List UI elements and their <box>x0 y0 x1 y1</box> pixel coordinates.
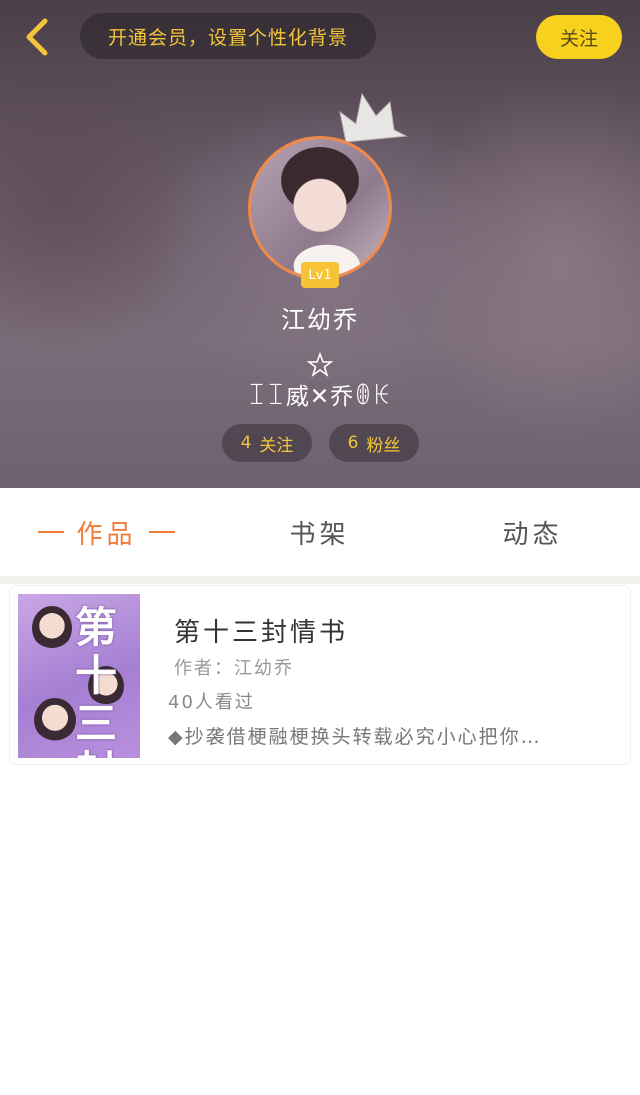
vip-background-prompt[interactable]: 开通会员，设置个性化背景 <box>80 13 376 59</box>
tab-bookshelf[interactable]: 书架 <box>213 488 426 576</box>
profile-tabs: 作品 书架 动态 <box>0 488 640 576</box>
book-description: ◆抄袭借梗融梗换头转载必究小心把你… <box>168 726 542 748</box>
back-button[interactable] <box>14 14 58 60</box>
back-chevron-icon <box>26 18 48 56</box>
following-stat[interactable]: 4 关注 <box>222 424 312 462</box>
fans-label: 粉丝 <box>366 435 401 456</box>
fans-count: 6 <box>347 433 359 453</box>
book-cover: 第十三封情书 <box>18 594 140 758</box>
user-signature: ꀤꀤ威✕乔ꂦꀘ <box>247 384 393 410</box>
tab-activity[interactable]: 动态 <box>426 488 639 576</box>
book-views: 40人看过 <box>168 692 255 713</box>
avatar-image <box>248 136 392 280</box>
star-icon <box>307 352 333 378</box>
following-label: 关注 <box>259 435 294 456</box>
tab-bookshelf-label: 书架 <box>289 519 350 550</box>
tab-works-label: 作品 <box>76 519 137 550</box>
avatar[interactable] <box>248 136 392 280</box>
follow-button[interactable]: 关注 <box>536 15 622 59</box>
tab-works[interactable]: 作品 <box>0 488 213 576</box>
tab-active-dash-left <box>38 531 65 533</box>
username: 江幼乔 <box>281 306 359 334</box>
profile-header: 开通会员，设置个性化背景 关注 Lv1 江幼乔 ꀤꀤ威✕乔ꂦꀘ 4 关注 6 粉… <box>0 0 640 488</box>
book-author: 作者：江幼乔 <box>174 658 294 679</box>
tab-active-dash-right <box>148 531 175 533</box>
section-divider <box>0 576 640 584</box>
work-list-item[interactable]: 第十三封情书 第十三封情书 作者：江幼乔 40人看过 ◆抄袭借梗融梗换头转载必究… <box>10 586 630 764</box>
book-title: 第十三封情书 <box>174 618 349 648</box>
fans-stat[interactable]: 6 粉丝 <box>329 424 419 462</box>
following-count: 4 <box>240 433 252 453</box>
tab-activity-label: 动态 <box>502 519 563 550</box>
cover-title: 第十三封情书 <box>74 603 117 759</box>
level-badge: Lv1 <box>301 262 339 288</box>
